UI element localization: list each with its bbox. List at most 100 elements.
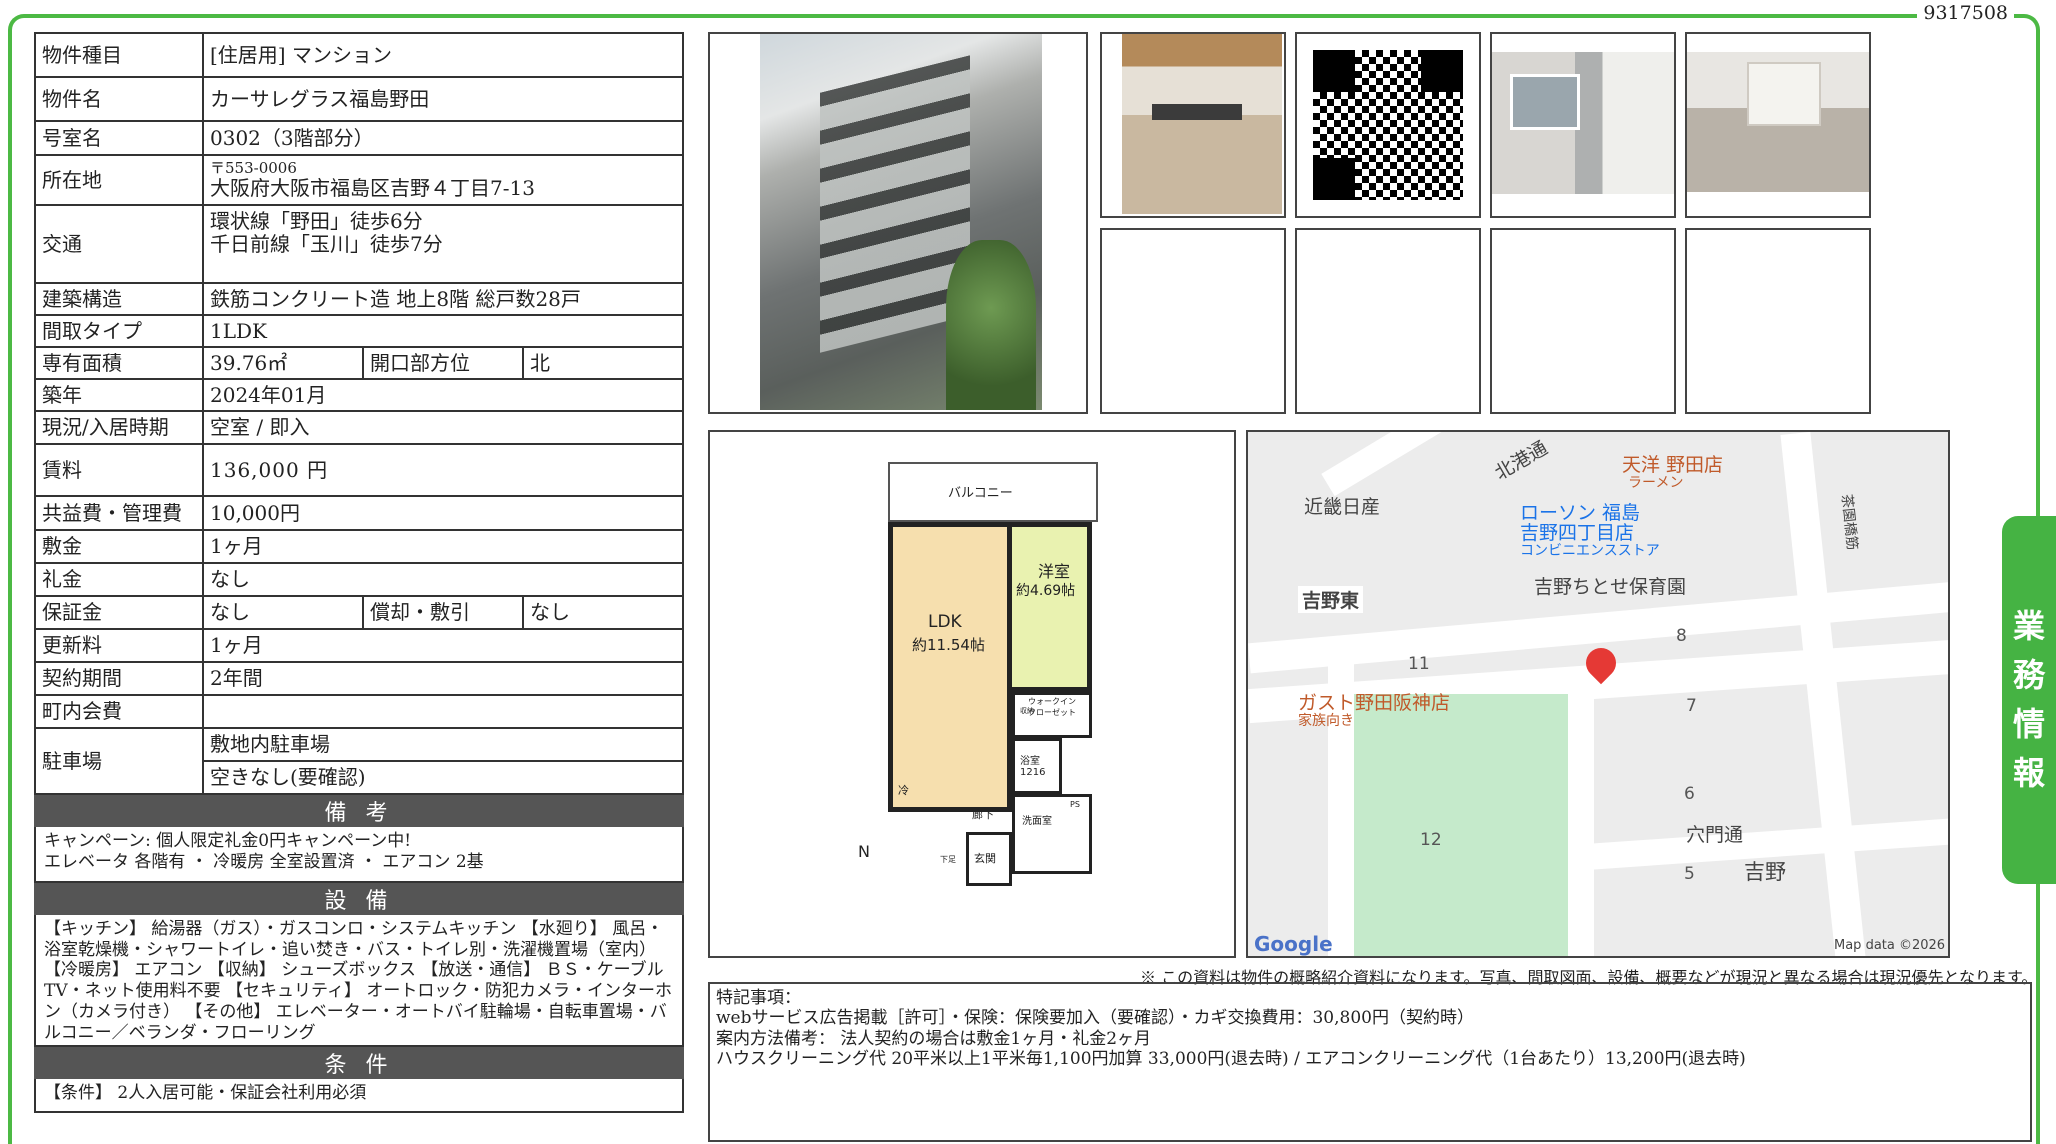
- google-logo: Google: [1254, 932, 1333, 956]
- value-rent: 136,000 円: [202, 443, 684, 497]
- photo-slot-empty-1: [1100, 228, 1286, 414]
- value-room: 0302（3階部分）: [202, 120, 684, 156]
- kitchen-image: [1122, 34, 1282, 214]
- location-map[interactable]: 北港通 天洋 野田店 ラーメン 近畿日産 ローソン 福島 吉野四丁目店 コンビニ…: [1246, 430, 1950, 958]
- map-label-kinki: 近畿日産: [1304, 496, 1381, 518]
- label-town-fee: 町内会費: [34, 694, 204, 729]
- entrance-label: 玄関: [974, 852, 996, 865]
- block-8: 8: [1676, 626, 1687, 646]
- value-direction: 北: [522, 346, 684, 380]
- map-label-hoikuen: 吉野ちとせ保育園: [1534, 576, 1687, 598]
- label-term: 契約期間: [34, 661, 204, 696]
- park-area: [1354, 694, 1568, 956]
- remarks-box: キャンペーン: 個人限定礼金0円キャンペーン中! エレベータ 各階有 ・ 冷暖房…: [34, 827, 684, 883]
- label-structure: 建築構造: [34, 282, 204, 316]
- value-guarantee: なし: [202, 595, 364, 630]
- label-built: 築年: [34, 378, 204, 412]
- parking-line-2: 空きなし(要確認): [202, 760, 684, 795]
- conditions-header: 条 件: [34, 1047, 684, 1079]
- block-7: 7: [1686, 696, 1697, 716]
- business-info-label: 業務情報: [2013, 607, 2046, 792]
- value-built: 2024年01月: [202, 378, 684, 412]
- floor-plan-drawing: バルコニー LDK 約11.54帖 洋室 約4.69帖 ウォークイン クローゼッ…: [858, 462, 1098, 902]
- photo-slot-empty-2: [1295, 228, 1481, 414]
- washroom-label: 洗面室: [1022, 816, 1052, 827]
- photo-slot-empty-3: [1490, 228, 1676, 414]
- label-rent: 賃料: [34, 443, 204, 497]
- label-direction: 開口部方位: [362, 346, 524, 380]
- remarks-line-2: エレベータ 各階有 ・ 冷暖房 全室設置済 ・ エアコン 2基: [44, 851, 484, 872]
- label-amortization: 償却・敷引: [362, 595, 524, 630]
- access-line-2: 千日前線「玉川」徒歩7分: [210, 232, 443, 256]
- fridge-label: 冷: [898, 784, 909, 797]
- label-address: 所在地: [34, 154, 204, 206]
- balcony-label: バルコニー: [948, 486, 1013, 501]
- label-name: 物件名: [34, 76, 204, 122]
- block-11: 11: [1408, 654, 1430, 674]
- qr-code[interactable]: [1295, 32, 1481, 218]
- label-status: 現況/入居時期: [34, 410, 204, 445]
- storage-label: 収納: [1020, 707, 1034, 715]
- value-amortization: なし: [522, 595, 684, 630]
- building-photo[interactable]: [708, 32, 1088, 414]
- bath-label: 浴室 1216: [1020, 756, 1046, 778]
- value-name: カーサレグラス福島野田: [202, 76, 684, 122]
- map-label-yoshino: 吉野: [1744, 860, 1786, 884]
- value-address: 大阪府大阪市福島区吉野４丁目7-13: [210, 176, 535, 201]
- walkin-closet-label: ウォークイン クローゼット: [1028, 697, 1076, 717]
- value-renewal: 1ヶ月: [202, 628, 684, 663]
- value-deposit: 1ヶ月: [202, 529, 684, 564]
- label-deposit: 敷金: [34, 529, 204, 564]
- map-label-anamon: 穴門通: [1686, 824, 1744, 846]
- washroom-image: [1492, 52, 1674, 194]
- property-table: 物件種目 [住居用] マンション 物件名 カーサレグラス福島野田 号室名 0302（3…: [34, 32, 684, 795]
- value-fee: 10,000円: [202, 495, 684, 531]
- ldk-label: LDK: [928, 612, 962, 632]
- hall-label: 廊下: [972, 808, 994, 821]
- map-label-kitahou: 北港通: [1491, 437, 1552, 485]
- western-room: [1012, 522, 1092, 692]
- photo-kitchen[interactable]: [1100, 32, 1286, 218]
- value-layout: 1LDK: [202, 314, 684, 348]
- access-line-1: 環状線「野田」徒歩6分: [210, 209, 423, 233]
- special-remarks-line-2: 案内方法備考： 法人契約の場合は敷金1ヶ月・礼金2ヶ月: [716, 1028, 1152, 1049]
- value-structure: 鉄筋コンクリート造 地上8階 総戸数28戸: [202, 282, 684, 316]
- value-key-money: なし: [202, 562, 684, 597]
- building-image: [760, 34, 1042, 410]
- photo-living-room[interactable]: [1685, 32, 1871, 218]
- living-room-image: [1687, 52, 1869, 192]
- label-renewal: 更新料: [34, 628, 204, 663]
- map-label-yoshinohigashi: 吉野東: [1298, 586, 1364, 613]
- floor-plan[interactable]: バルコニー LDK 約11.54帖 洋室 約4.69帖 ウォークイン クローゼッ…: [708, 430, 1236, 958]
- ldk-room: [888, 522, 1012, 812]
- map-label-ramen: ラーメン: [1628, 475, 1684, 491]
- photo-washroom[interactable]: [1490, 32, 1676, 218]
- remarks-line-1: キャンペーン: 個人限定礼金0円キャンペーン中!: [44, 831, 412, 851]
- document-id: 9317508: [1917, 2, 2014, 24]
- block-5: 5: [1684, 864, 1695, 884]
- business-info-tab[interactable]: 業務情報: [2002, 516, 2056, 884]
- qr-code-image: [1313, 50, 1463, 200]
- label-guarantee: 保証金: [34, 595, 204, 630]
- map-label-lawson-3: コンビニエンスストア: [1520, 543, 1660, 559]
- postal-code: 〒553-0006: [210, 158, 297, 177]
- conditions-text: 【条件】 2人入居可能・保証会社利用必須: [34, 1079, 684, 1113]
- label-layout: 間取タイプ: [34, 314, 204, 348]
- equipment-header: 設 備: [34, 883, 684, 915]
- equipment-text: 【キッチン】 給湯器（ガス）・ガスコンロ・システムキッチン 【水廻り】 風呂・浴…: [34, 915, 684, 1047]
- map-label-gusto-sub: 家族向き: [1298, 713, 1354, 729]
- label-access: 交通: [34, 204, 204, 284]
- map-label-sozan: 茶園橋筋: [1838, 493, 1860, 551]
- shoe-box-label: 下足: [940, 855, 956, 864]
- remarks-header: 備 考: [34, 795, 684, 827]
- block-12: 12: [1420, 830, 1442, 850]
- special-remarks: 特記事項： webサービス広告掲載［許可］・保険：保険要加入（要確認）・カギ交換…: [708, 982, 2032, 1142]
- value-term: 2年間: [202, 661, 684, 696]
- value-town-fee: [202, 694, 684, 729]
- label-area: 専有面積: [34, 346, 204, 380]
- label-parking: 駐車場: [34, 727, 204, 795]
- photo-slot-empty-4: [1685, 228, 1871, 414]
- ps-label: PS: [1070, 800, 1080, 809]
- special-remarks-line-1: webサービス広告掲載［許可］・保険：保険要加入（要確認）・カギ交換費用：30,…: [716, 1008, 1474, 1029]
- label-room: 号室名: [34, 120, 204, 156]
